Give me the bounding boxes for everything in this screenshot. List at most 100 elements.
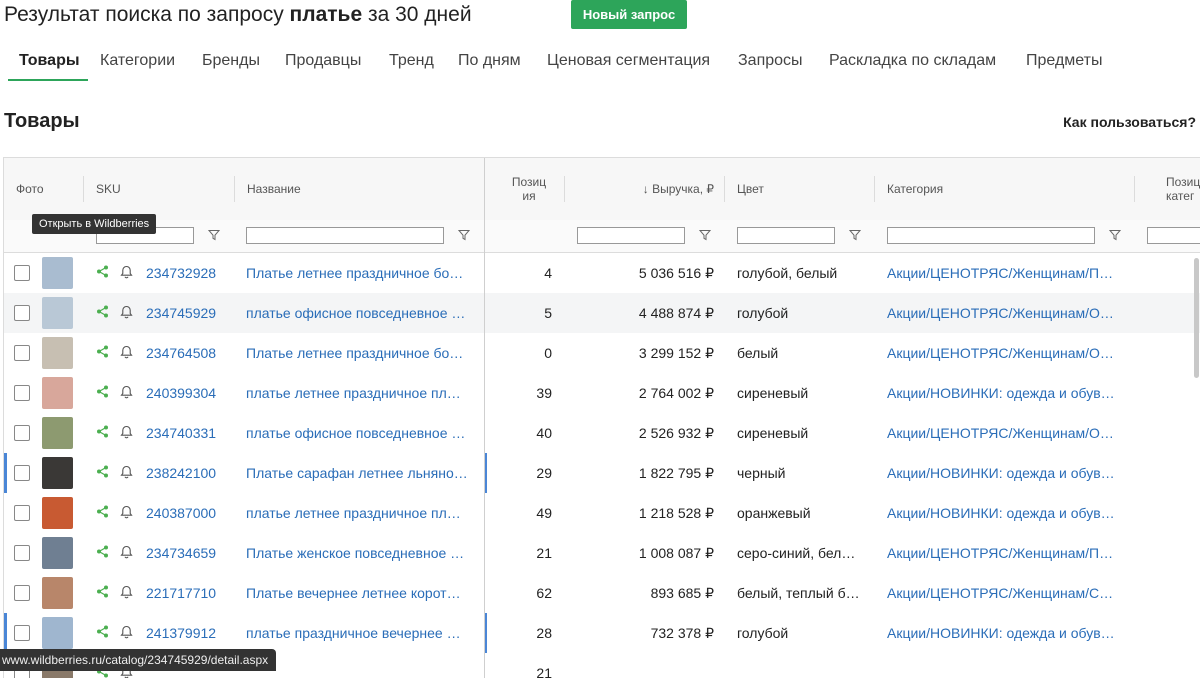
sku-link[interactable]: 234732928 [146, 265, 216, 281]
share-icon[interactable] [96, 305, 109, 323]
tab-brands[interactable]: Бренды [202, 52, 260, 70]
row-checkbox[interactable] [14, 345, 30, 361]
tab-products[interactable]: Товары [19, 52, 80, 70]
sku-link[interactable]: 234764508 [146, 345, 216, 361]
row-checkbox[interactable] [14, 425, 30, 441]
product-name-link[interactable]: Платье женское повседневное … [246, 545, 474, 561]
product-thumbnail[interactable] [42, 417, 73, 449]
row-checkbox[interactable] [14, 625, 30, 641]
column-name[interactable]: Название [247, 158, 301, 220]
filter-icon[interactable] [458, 229, 470, 241]
bell-icon[interactable] [120, 345, 133, 364]
product-thumbnail[interactable] [42, 257, 73, 289]
new-query-button[interactable]: Новый запрос [571, 0, 687, 29]
vertical-scrollbar[interactable] [1194, 258, 1199, 378]
table-row[interactable]: 234764508 Платье летнее праздничное бо… 0 3… [4, 333, 1200, 374]
column-photo[interactable]: Фото [16, 158, 44, 220]
sku-link[interactable]: 221717710 [146, 585, 216, 601]
share-icon[interactable] [96, 545, 109, 563]
table-row[interactable]: 240399304 платье летнее праздничное пл… 39… [4, 373, 1200, 414]
help-link[interactable]: Как пользоваться? [1063, 114, 1196, 130]
category-link[interactable]: Акции/ЦЕНОТРЯС/Женщинам/О… [887, 305, 1119, 321]
category-link[interactable]: Акции/ЦЕНОТРЯС/Женщинам/О… [887, 425, 1119, 441]
column-sku[interactable]: SKU [96, 158, 121, 220]
tab-warehouse-layout[interactable]: Раскладка по складам [829, 52, 996, 70]
bell-icon[interactable] [120, 585, 133, 604]
row-checkbox[interactable] [14, 545, 30, 561]
table-row[interactable]: 241379912 платье праздничное вечернее … 28… [4, 613, 1200, 654]
sku-link[interactable]: 241379912 [146, 625, 216, 641]
sku-link[interactable]: 238242100 [146, 465, 216, 481]
bell-icon[interactable] [120, 625, 133, 644]
tab-categories[interactable]: Категории [100, 52, 175, 70]
row-checkbox[interactable] [14, 385, 30, 401]
product-name-link[interactable]: Платье сарафан летнее льняно… [246, 465, 474, 481]
product-thumbnail[interactable] [42, 617, 73, 649]
share-icon[interactable] [96, 505, 109, 523]
share-icon[interactable] [96, 625, 109, 643]
product-name-link[interactable]: платье офисное повседневное … [246, 425, 474, 441]
column-revenue[interactable]: ↓ Выручка, ₽ [569, 158, 714, 220]
column-category[interactable]: Категория [887, 158, 943, 220]
share-icon[interactable] [96, 345, 109, 363]
product-name-link[interactable]: Платье вечернее летнее корот… [246, 585, 474, 601]
product-name-link[interactable]: платье праздничное вечернее … [246, 625, 474, 641]
product-thumbnail[interactable] [42, 337, 73, 369]
share-icon[interactable] [96, 425, 109, 443]
tab-subjects[interactable]: Предметы [1026, 52, 1102, 70]
column-category-position[interactable]: Позиц катег [1166, 158, 1200, 220]
sku-link[interactable]: 234740331 [146, 425, 216, 441]
table-row[interactable]: 240387000 платье летнее праздничное пл… 49… [4, 493, 1200, 534]
bell-icon[interactable] [120, 265, 133, 284]
column-color[interactable]: Цвет [737, 158, 764, 220]
revenue-filter-input[interactable] [577, 227, 685, 244]
category-link[interactable]: Акции/ЦЕНОТРЯС/Женщинам/П… [887, 545, 1119, 561]
category-link[interactable]: Акции/НОВИНКИ: одежда и обув… [887, 505, 1119, 521]
row-checkbox[interactable] [14, 465, 30, 481]
table-row[interactable]: 221717710 Платье вечернее летнее корот… 62… [4, 573, 1200, 614]
table-row[interactable]: 234734659 Платье женское повседневное … 21… [4, 533, 1200, 574]
tab-queries[interactable]: Запросы [738, 52, 803, 70]
product-thumbnail[interactable] [42, 457, 73, 489]
filter-icon[interactable] [1109, 229, 1121, 241]
product-name-link[interactable]: платье летнее праздничное пл… [246, 385, 474, 401]
category-link[interactable]: Акции/НОВИНКИ: одежда и обув… [887, 385, 1119, 401]
column-position[interactable]: Позиц ия [504, 158, 554, 220]
category-link[interactable]: Акции/ЦЕНОТРЯС/Женщинам/Св… [887, 585, 1119, 601]
row-checkbox[interactable] [14, 585, 30, 601]
product-name-link[interactable]: Платье летнее праздничное бо… [246, 265, 474, 281]
filter-icon[interactable] [849, 229, 861, 241]
table-row[interactable]: 234745929 платье офисное повседневное … 5 4… [4, 293, 1200, 334]
sku-link[interactable]: 240387000 [146, 505, 216, 521]
product-thumbnail[interactable] [42, 577, 73, 609]
table-row[interactable]: 234732928 Платье летнее праздничное бо… 4 5… [4, 253, 1200, 294]
product-name-link[interactable]: Платье летнее праздничное бо… [246, 345, 474, 361]
name-filter-input[interactable] [246, 227, 444, 244]
category-link[interactable]: Акции/НОВИНКИ: одежда и обув… [887, 465, 1119, 481]
share-icon[interactable] [96, 265, 109, 283]
row-checkbox[interactable] [14, 505, 30, 521]
tab-trend[interactable]: Тренд [389, 52, 434, 70]
sku-link[interactable]: 240399304 [146, 385, 216, 401]
table-row[interactable]: 234740331 платье офисное повседневное … 40… [4, 413, 1200, 454]
row-checkbox[interactable] [14, 305, 30, 321]
filter-icon[interactable] [699, 229, 711, 241]
tab-price-segmentation[interactable]: Ценовая сегментация [547, 52, 710, 70]
category-link[interactable]: Акции/ЦЕНОТРЯС/Женщинам/П… [887, 265, 1119, 281]
bell-icon[interactable] [120, 465, 133, 484]
product-name-link[interactable]: платье летнее праздничное пл… [246, 505, 474, 521]
filter-icon[interactable] [208, 229, 220, 241]
bell-icon[interactable] [120, 425, 133, 444]
bell-icon[interactable] [120, 505, 133, 524]
share-icon[interactable] [96, 465, 109, 483]
product-thumbnail[interactable] [42, 297, 73, 329]
share-icon[interactable] [96, 585, 109, 603]
bell-icon[interactable] [120, 545, 133, 564]
share-icon[interactable] [96, 385, 109, 403]
row-checkbox[interactable] [14, 265, 30, 281]
tab-by-days[interactable]: По дням [458, 52, 521, 70]
bell-icon[interactable] [120, 385, 133, 404]
sku-link[interactable]: 234734659 [146, 545, 216, 561]
product-name-link[interactable]: платье офисное повседневное … [246, 305, 474, 321]
category-filter-input[interactable] [887, 227, 1095, 244]
